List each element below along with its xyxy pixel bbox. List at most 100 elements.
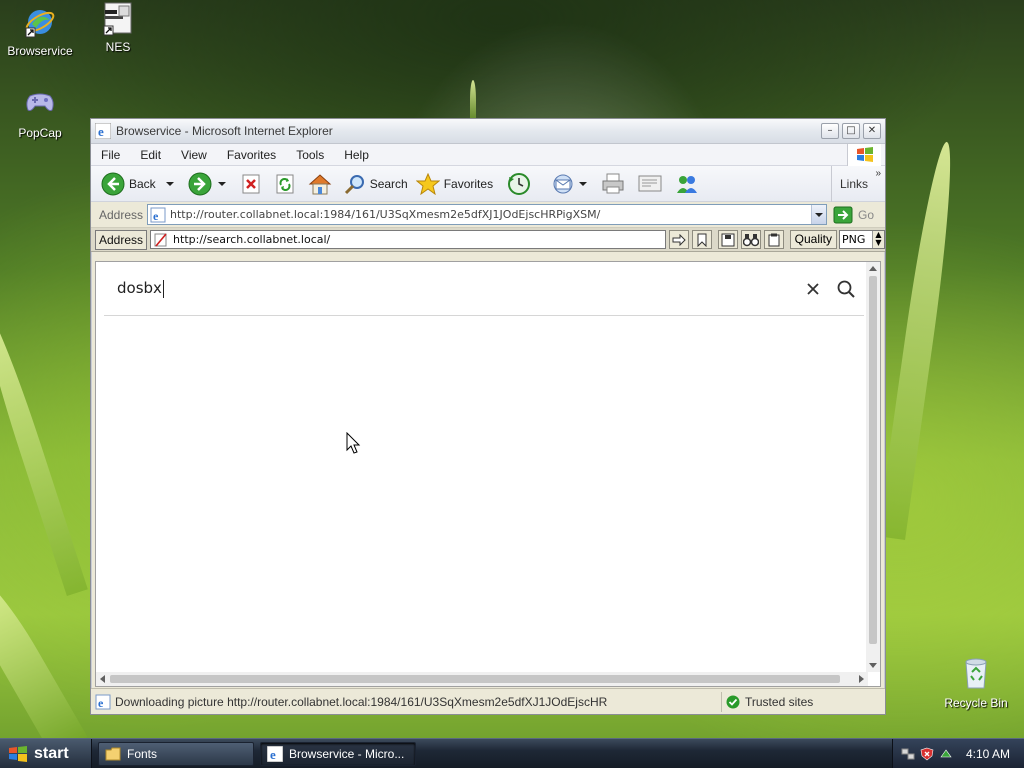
- favorites-button[interactable]: Favorites: [415, 172, 493, 195]
- folder-icon: [105, 747, 121, 760]
- desktop-icon-recycle-bin[interactable]: Recycle Bin: [936, 656, 1016, 710]
- menu-tools[interactable]: Tools: [296, 148, 324, 162]
- stop-icon: [242, 174, 260, 193]
- search-button[interactable]: Search: [344, 173, 408, 195]
- svg-text:e: e: [98, 124, 104, 139]
- zone-label: Trusted sites: [745, 695, 814, 709]
- menu-edit[interactable]: Edit: [140, 148, 161, 162]
- go-button[interactable]: Go: [833, 206, 874, 224]
- quality-select[interactable]: PNG ▲ ▼: [839, 230, 885, 249]
- forward-button[interactable]: [188, 172, 232, 196]
- links-label: Links: [840, 177, 869, 191]
- security-zone[interactable]: Trusted sites: [721, 692, 813, 712]
- find-button[interactable]: [740, 230, 761, 249]
- minimize-button[interactable]: –: [821, 123, 839, 139]
- status-text: Downloading picture http://router.collab…: [115, 694, 608, 709]
- system-tray: 4:10 AM: [892, 739, 1024, 768]
- clipboard-icon: [768, 233, 780, 246]
- security-shield-icon[interactable]: [920, 747, 934, 761]
- network-icon[interactable]: [901, 747, 915, 761]
- clipboard-button[interactable]: [763, 230, 784, 249]
- ie-icon: e: [95, 123, 111, 139]
- desktop-icon-nes[interactable]: NES: [78, 2, 158, 54]
- taskbar-item-browservice[interactable]: e Browservice - Micro...: [260, 741, 416, 766]
- taskbar-item-label: Fonts: [127, 746, 158, 761]
- search-label: Search: [369, 176, 408, 191]
- close-button[interactable]: ✕: [863, 123, 881, 139]
- menu-view[interactable]: View: [181, 148, 207, 162]
- back-label: Back: [129, 176, 156, 191]
- status-bar: e Downloading picture http://router.coll…: [91, 688, 885, 714]
- search-icon[interactable]: [836, 279, 856, 299]
- horizontal-scrollbar[interactable]: [96, 672, 868, 686]
- safely-remove-icon[interactable]: [939, 747, 953, 761]
- home-icon: [308, 173, 331, 194]
- window-title: Browservice - Microsoft Internet Explore…: [116, 124, 333, 138]
- maximize-button[interactable]: □: [842, 123, 860, 139]
- mail-icon: [553, 174, 573, 193]
- svg-text:e: e: [98, 696, 104, 710]
- scroll-left-icon[interactable]: [100, 675, 105, 683]
- address-dropdown-button[interactable]: [811, 205, 826, 224]
- scroll-up-icon[interactable]: [869, 266, 877, 271]
- start-button[interactable]: start: [0, 738, 92, 768]
- page-viewport[interactable]: dosbx: [95, 261, 881, 687]
- scroll-down-icon[interactable]: [869, 663, 877, 668]
- save-page-button[interactable]: [717, 230, 738, 249]
- history-icon: [508, 172, 531, 195]
- clear-icon[interactable]: [804, 280, 822, 298]
- messenger-button[interactable]: [675, 173, 703, 195]
- back-arrow-icon: [101, 172, 125, 195]
- chevron-down-icon[interactable]: [217, 181, 226, 186]
- proxy-address-input[interactable]: http://search.collabnet.local/: [150, 230, 666, 249]
- go-label: Go: [858, 207, 875, 222]
- links-toolbar[interactable]: Links »: [831, 166, 885, 202]
- check-circle-icon: [726, 695, 740, 709]
- quality-spinner[interactable]: ▲ ▼: [871, 231, 884, 248]
- menu-file[interactable]: File: [101, 148, 120, 162]
- page-icon: e: [150, 207, 166, 223]
- chevron-down-icon[interactable]: [165, 181, 174, 186]
- home-button[interactable]: [308, 173, 336, 195]
- star-icon: [415, 172, 440, 195]
- scroll-right-icon[interactable]: [859, 675, 864, 683]
- taskbar-item-fonts[interactable]: Fonts: [98, 741, 254, 766]
- menu-favorites[interactable]: Favorites: [227, 148, 276, 162]
- vertical-scrollbar[interactable]: [866, 262, 880, 672]
- address-input[interactable]: e http://router.collabnet.local:1984/161…: [147, 204, 827, 225]
- history-button[interactable]: [507, 172, 535, 196]
- ie-icon: e: [267, 745, 283, 762]
- scroll-thumb[interactable]: [869, 276, 877, 644]
- nes-document-icon: [102, 2, 134, 36]
- edit-button[interactable]: [637, 173, 667, 195]
- navigate-go-button[interactable]: [668, 230, 689, 249]
- taskbar: start Fonts e Browservice - Micro... 4:1…: [0, 738, 1024, 768]
- refresh-button[interactable]: [274, 173, 300, 195]
- text-caret: [162, 279, 164, 298]
- desktop-icon-browservice[interactable]: Browservice: [0, 6, 80, 58]
- edit-page-icon: [638, 175, 662, 191]
- search-input[interactable]: dosbx: [117, 279, 164, 298]
- print-button[interactable]: [601, 173, 629, 195]
- menu-bar: File Edit View Favorites Tools Help: [91, 144, 885, 166]
- chevron-down-icon[interactable]: [579, 181, 588, 186]
- desktop-icon-label: PopCap: [18, 126, 62, 140]
- bookmark-button[interactable]: [691, 230, 712, 249]
- window-titlebar[interactable]: e Browservice - Microsoft Internet Explo…: [91, 119, 885, 144]
- stop-button[interactable]: [240, 173, 266, 195]
- scroll-thumb[interactable]: [110, 675, 840, 683]
- address-bar: Address e http://router.collabnet.local:…: [91, 202, 885, 228]
- proxy-address-url: http://search.collabnet.local/: [173, 233, 331, 246]
- windows-flag-icon: [9, 745, 27, 762]
- search-bar[interactable]: dosbx: [104, 262, 864, 316]
- browservice-control-bar: Address http://search.collabnet.local/ Q…: [91, 228, 885, 252]
- desktop-icon-label: NES: [105, 40, 131, 54]
- clock[interactable]: 4:10 AM: [966, 747, 1010, 761]
- search-icon: [344, 174, 364, 194]
- chevron-right-icon[interactable]: »: [875, 168, 881, 179]
- quality-value: PNG: [842, 233, 866, 246]
- back-button[interactable]: Back: [101, 172, 180, 196]
- desktop-icon-popcap[interactable]: PopCap: [0, 88, 80, 140]
- mail-button[interactable]: [551, 173, 593, 195]
- menu-help[interactable]: Help: [344, 148, 369, 162]
